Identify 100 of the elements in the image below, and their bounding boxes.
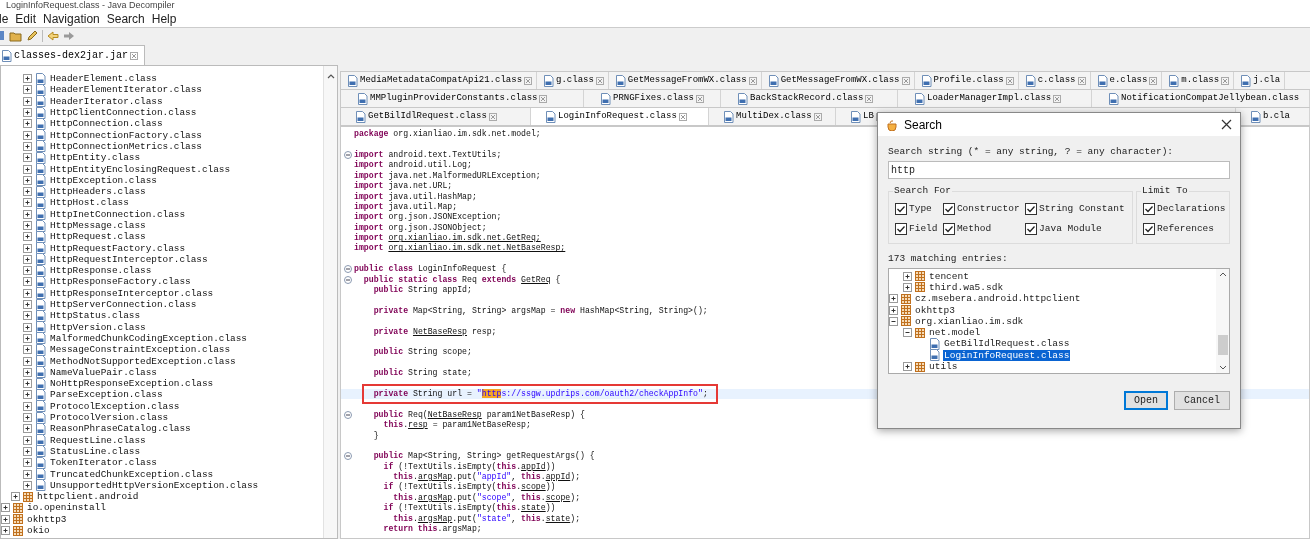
class-item[interactable]: HttpEntity.class [49, 152, 141, 164]
expand-icon[interactable] [23, 209, 32, 219]
menu-item[interactable]: le [0, 9, 9, 28]
search-field[interactable]: http [888, 161, 1230, 179]
expand-icon[interactable] [23, 85, 32, 95]
expand-icon[interactable] [889, 294, 898, 304]
expand-icon[interactable] [23, 232, 32, 242]
class-item[interactable]: HeaderIterator.class [49, 95, 164, 107]
class-item[interactable]: NoHttpResponseException.class [49, 378, 215, 390]
class-item[interactable]: HttpMessage.class [49, 220, 147, 231]
class-item[interactable]: TruncatedChunkException.class [49, 468, 215, 480]
checkbox[interactable]: Constructor [942, 202, 1022, 217]
class-item[interactable]: UnsupportedHttpVersionException.class [49, 479, 260, 491]
cancel-button[interactable]: Cancel [1174, 390, 1230, 410]
expand-icon[interactable] [23, 141, 32, 151]
expand-icon[interactable] [23, 390, 32, 400]
class-item[interactable]: RequestLine.class [49, 434, 147, 446]
expand-icon[interactable] [1, 526, 10, 535]
checkbox[interactable]: String Constant [1025, 202, 1126, 217]
expand-icon[interactable] [23, 243, 32, 253]
class-item[interactable]: TokenIterator.class [49, 457, 158, 469]
class-item[interactable]: ParseException.class [49, 389, 164, 401]
expand-icon[interactable] [23, 311, 32, 321]
class-item[interactable]: HttpException.class [49, 174, 158, 186]
collapse-icon[interactable] [903, 328, 912, 338]
editor-tab[interactable]: LoginInfoRequest.class [531, 108, 709, 125]
expand-icon[interactable] [1, 514, 10, 524]
expand-icon[interactable] [23, 333, 32, 343]
class-item[interactable]: GetBilIdlRequest.class [943, 338, 1071, 350]
jar-tab[interactable]: classes-dex2jar.jar [0, 45, 146, 65]
class-item[interactable]: HttpServerConnection.class [49, 299, 198, 311]
package-item[interactable]: io.openinstall [26, 502, 107, 514]
checkbox[interactable]: Field [895, 222, 939, 237]
checkbox[interactable]: References [1143, 222, 1223, 237]
checkbox-icon[interactable] [1025, 223, 1038, 236]
expand-icon[interactable] [903, 271, 912, 281]
expand-icon[interactable] [23, 446, 32, 456]
expand-icon[interactable] [23, 130, 32, 140]
fold-icon[interactable] [343, 452, 352, 461]
scroll-up-icon[interactable] [1218, 271, 1227, 277]
package-item[interactable]: net.model [928, 327, 982, 339]
class-item[interactable]: LoginInfoRequest.class [943, 349, 1071, 361]
class-item[interactable]: HttpHost.class [49, 197, 130, 209]
class-item[interactable]: HttpEntityEnclosingRequest.class [49, 163, 232, 175]
class-item[interactable]: MalformedChunkCodingException.class [49, 332, 248, 344]
checkbox-icon[interactable] [895, 223, 907, 236]
class-item[interactable]: ProtocolException.class [49, 400, 181, 412]
class-item[interactable]: HttpConnection.class [49, 118, 164, 130]
class-item[interactable]: ProtocolVersion.class [49, 412, 170, 424]
scrollbar[interactable] [323, 66, 337, 538]
folder-icon[interactable] [9, 29, 22, 42]
close-icon[interactable] [1221, 119, 1232, 130]
class-item[interactable]: HttpRequestFactory.class [49, 242, 187, 254]
class-item[interactable]: StatusLine.class [49, 445, 141, 457]
collapse-icon[interactable] [889, 316, 898, 326]
class-item[interactable]: HttpConnectionMetrics.class [49, 140, 203, 152]
expand-icon[interactable] [903, 282, 912, 292]
class-item[interactable]: ReasonPhraseCatalog.class [49, 423, 192, 435]
class-item[interactable]: HttpRequestInterceptor.class [49, 253, 209, 265]
class-item[interactable]: HttpConnectionFactory.class [49, 129, 203, 141]
expand-icon[interactable] [23, 153, 32, 163]
expand-icon[interactable] [23, 187, 32, 197]
expand-icon[interactable] [23, 164, 32, 174]
package-item[interactable]: utils [928, 361, 959, 372]
expand-icon[interactable] [23, 413, 32, 423]
expand-icon[interactable] [903, 362, 912, 371]
package-item[interactable]: okhttp3 [26, 513, 68, 525]
package-item[interactable]: okhttp3 [914, 304, 956, 316]
checkbox[interactable]: Declarations [1143, 202, 1223, 217]
expand-icon[interactable] [23, 356, 32, 366]
package-item[interactable]: org.xianliao.im.sdk [914, 315, 1025, 327]
expand-icon[interactable] [23, 198, 32, 208]
expand-icon[interactable] [23, 469, 32, 479]
back-arrow-icon[interactable] [47, 30, 59, 41]
expand-icon[interactable] [1, 503, 10, 513]
class-item[interactable]: HeaderElement.class [49, 73, 158, 85]
expand-icon[interactable] [23, 458, 32, 468]
expand-icon[interactable] [23, 108, 32, 118]
expand-icon[interactable] [23, 277, 32, 287]
class-item[interactable]: HttpStatus.class [49, 310, 141, 322]
open-button[interactable]: Open [1124, 390, 1168, 410]
checkbox-icon[interactable] [1025, 203, 1038, 216]
menu-item[interactable]: Edit [15, 9, 37, 28]
fold-icon[interactable] [343, 265, 352, 274]
fold-icon[interactable] [343, 150, 352, 159]
expand-icon[interactable] [23, 254, 32, 264]
package-item[interactable]: okio [26, 525, 51, 536]
expand-icon[interactable] [889, 305, 898, 315]
expand-icon[interactable] [23, 345, 32, 355]
checkbox-icon[interactable] [1143, 203, 1155, 216]
class-item[interactable]: HttpRequest.class [49, 231, 147, 243]
class-item[interactable]: MethodNotSupportedException.class [49, 355, 237, 367]
menu-item[interactable]: Help [151, 9, 177, 28]
expand-icon[interactable] [23, 379, 32, 389]
expand-icon[interactable] [23, 288, 32, 298]
expand-icon[interactable] [23, 300, 32, 310]
checkbox-icon[interactable] [942, 223, 955, 236]
menu-item[interactable]: Navigation [43, 9, 100, 28]
expand-icon[interactable] [23, 424, 32, 434]
expand-icon[interactable] [23, 322, 32, 332]
